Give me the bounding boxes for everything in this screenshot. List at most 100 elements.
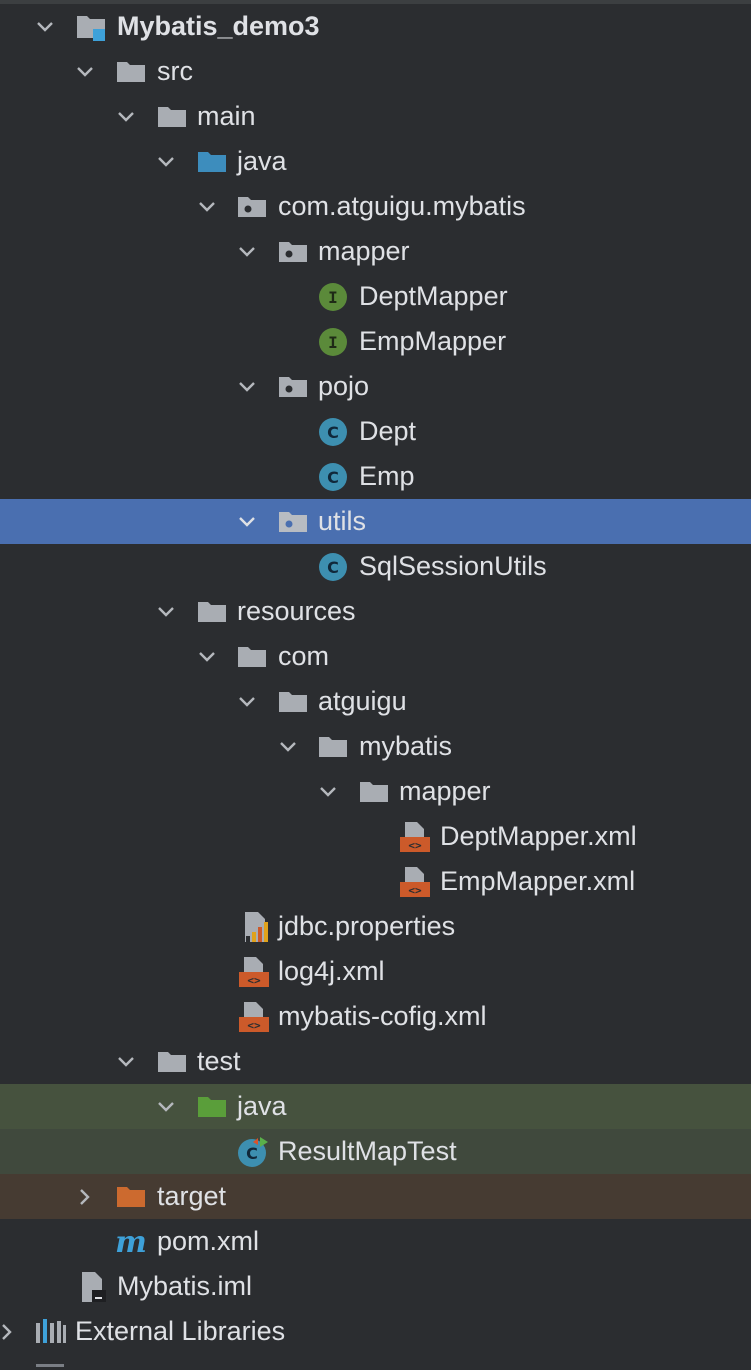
tree-row-empmapper[interactable]: I EmpMapper: [0, 319, 751, 364]
chevron-down-icon[interactable]: [151, 147, 181, 177]
tree-item-label: ResultMapTest: [278, 1136, 457, 1166]
chevron-down-icon[interactable]: [111, 102, 141, 132]
tree-row-mybatis-iml[interactable]: Mybatis.iml: [0, 1264, 751, 1309]
tree-item-label: utils: [318, 506, 367, 536]
tree-row-resources[interactable]: resources: [0, 589, 751, 634]
tree-row-mybatis[interactable]: mybatis: [0, 724, 751, 769]
tree-item-label: pom.xml: [157, 1226, 260, 1256]
tree-row-atguigu[interactable]: atguigu: [0, 679, 751, 724]
tree-item-label: Emp: [359, 461, 415, 491]
tree-item-label: Dept: [359, 416, 417, 446]
svg-text:C: C: [327, 468, 339, 487]
properties-file-icon: [238, 910, 272, 944]
project-tree[interactable]: Mybatis_demo3 src main java com.atguigu.…: [0, 4, 751, 1354]
svg-text:C: C: [327, 423, 339, 442]
chevron-down-icon[interactable]: [151, 1092, 181, 1122]
folder-icon: [155, 100, 189, 134]
tree-item-label: mapper: [318, 236, 410, 266]
source-root-folder-icon: [195, 145, 229, 179]
tree-row-mybatis-demo3[interactable]: Mybatis_demo3: [0, 4, 751, 49]
chevron-down-icon[interactable]: [192, 192, 222, 222]
tree-row-pojo[interactable]: pojo: [0, 364, 751, 409]
tree-row-com[interactable]: com: [0, 634, 751, 679]
tree-item-label: src: [157, 56, 193, 86]
test-class-icon: C: [236, 1135, 270, 1169]
tree-item-label: atguigu: [318, 686, 407, 716]
tree-item-label: mybatis: [359, 731, 453, 761]
class-icon: C: [316, 460, 350, 494]
xml-file-icon: <>: [236, 1000, 270, 1034]
chevron-down-icon[interactable]: [232, 687, 262, 717]
svg-text:C: C: [246, 1144, 258, 1163]
chevron-right-icon[interactable]: [70, 1182, 100, 1212]
svg-text:m: m: [115, 1225, 147, 1259]
interface-icon: I: [316, 280, 350, 314]
xml-file-icon: <>: [236, 955, 270, 989]
tree-row-mapper-package[interactable]: mapper: [0, 229, 751, 274]
class-icon: C: [316, 415, 350, 449]
chevron-down-icon[interactable]: [273, 732, 303, 762]
tree-row-target[interactable]: target: [0, 1174, 751, 1219]
chevron-down-icon[interactable]: [30, 12, 60, 42]
svg-text:<>: <>: [408, 839, 422, 852]
xml-file-icon: <>: [397, 820, 431, 854]
chevron-down-icon[interactable]: [70, 57, 100, 87]
tree-item-label: EmpMapper.xml: [440, 866, 636, 896]
tree-item-label: EmpMapper: [359, 326, 507, 356]
tree-row-utils[interactable]: utils: [0, 499, 751, 544]
chevron-down-icon[interactable]: [313, 777, 343, 807]
chevron-down-icon[interactable]: [232, 507, 262, 537]
chevron-down-icon[interactable]: [151, 597, 181, 627]
tree-row-test-java[interactable]: java: [0, 1084, 751, 1129]
module-folder-icon: [74, 10, 108, 44]
package-icon: [276, 370, 310, 404]
tree-item-label: test: [197, 1046, 241, 1076]
tree-row-com-atguigu-mybatis[interactable]: com.atguigu.mybatis: [0, 184, 751, 229]
tree-row-pom-xml[interactable]: m pom.xml: [0, 1219, 751, 1264]
tree-row-jdbc-properties[interactable]: jdbc.properties: [0, 904, 751, 949]
folder-icon: [155, 1045, 189, 1079]
tree-row-dept[interactable]: C Dept: [0, 409, 751, 454]
chevron-down-icon[interactable]: [232, 372, 262, 402]
svg-text:<>: <>: [247, 974, 261, 987]
tree-item-label: java: [237, 146, 287, 176]
tree-row-test[interactable]: test: [0, 1039, 751, 1084]
tree-row-sqlsessionutils[interactable]: C SqlSessionUtils: [0, 544, 751, 589]
tree-row-deptmapper[interactable]: I DeptMapper: [0, 274, 751, 319]
tree-row-deptmapper-xml[interactable]: <> DeptMapper.xml: [0, 814, 751, 859]
folder-icon: [357, 775, 391, 809]
interface-icon: I: [316, 325, 350, 359]
tree-row-resultmaptest[interactable]: C ResultMapTest: [0, 1129, 751, 1174]
tree-row-external-libraries[interactable]: External Libraries: [0, 1309, 751, 1354]
tree-row-empmapper-xml[interactable]: <> EmpMapper.xml: [0, 859, 751, 904]
tree-row-emp[interactable]: C Emp: [0, 454, 751, 499]
tree-row-java[interactable]: java: [0, 139, 751, 184]
class-icon: C: [316, 550, 350, 584]
chevron-down-icon[interactable]: [192, 642, 222, 672]
tree-row-main[interactable]: main: [0, 94, 751, 139]
tree-item-label: jdbc.properties: [278, 911, 456, 941]
maven-icon: m: [114, 1225, 148, 1259]
tree-row-mybatis-cofig-xml[interactable]: <> mybatis-cofig.xml: [0, 994, 751, 1039]
chevron-down-icon[interactable]: [232, 237, 262, 267]
folder-icon: [195, 595, 229, 629]
tree-row-log4j-xml[interactable]: <> log4j.xml: [0, 949, 751, 994]
svg-text:I: I: [328, 333, 338, 352]
chevron-down-icon[interactable]: [111, 1047, 141, 1077]
tree-row-src[interactable]: src: [0, 49, 751, 94]
tree-item-label: Mybatis.iml: [117, 1271, 253, 1301]
svg-text:I: I: [328, 288, 338, 307]
test-root-folder-icon: [195, 1090, 229, 1124]
tree-item-label: mapper: [399, 776, 491, 806]
svg-text:<>: <>: [247, 1019, 261, 1032]
package-icon: [276, 235, 310, 269]
tree-item-label: main: [197, 101, 256, 131]
folder-icon: [235, 640, 269, 674]
svg-text:C: C: [327, 558, 339, 577]
tree-row-mapper-folder[interactable]: mapper: [0, 769, 751, 814]
tree-item-label: External Libraries: [75, 1316, 286, 1346]
tree-item-label: DeptMapper.xml: [440, 821, 637, 851]
libraries-icon: [34, 1315, 68, 1349]
chevron-right-icon[interactable]: [0, 1317, 22, 1347]
folder-icon: [114, 55, 148, 89]
